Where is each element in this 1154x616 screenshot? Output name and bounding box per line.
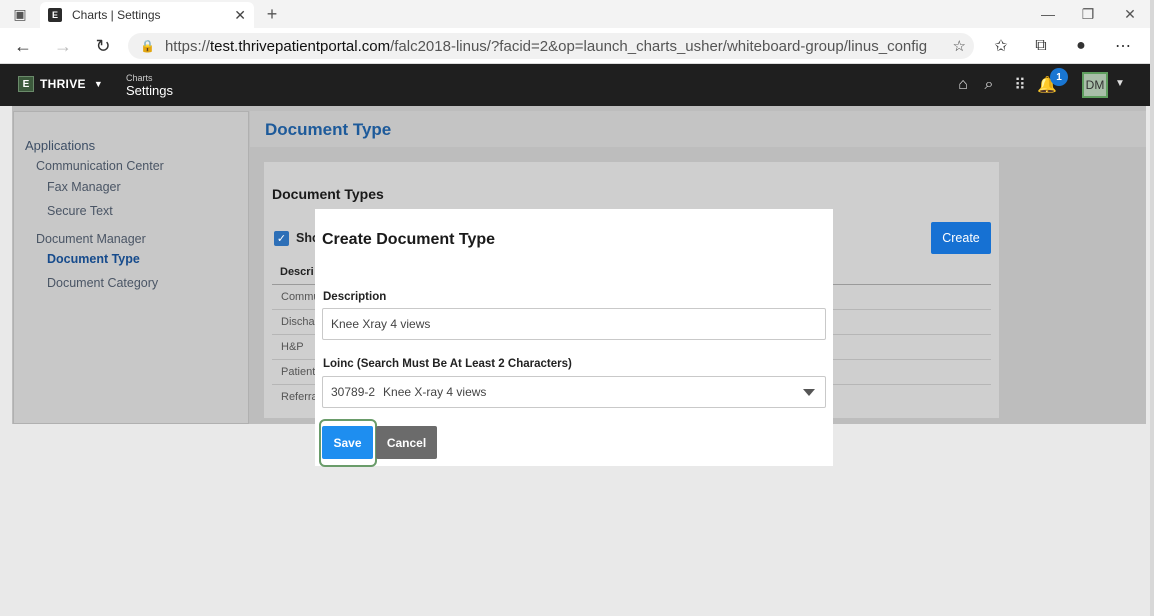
loinc-select[interactable]: 30789-2 Knee X-ray 4 views (322, 376, 826, 408)
description-input[interactable]: Knee Xray 4 views (322, 308, 826, 340)
favorites-icon[interactable]: ✩ (990, 35, 1012, 57)
description-placeholder: Knee Xray 4 views (331, 317, 431, 331)
brand-menu[interactable]: E THRIVE ▼ (18, 76, 103, 92)
dropdown-caret-icon[interactable] (803, 389, 815, 396)
loinc-name: Knee X-ray 4 views (383, 385, 487, 399)
avatar[interactable]: DM (1082, 72, 1108, 98)
address-bar: ← → ↻ 🔒 https://test.thrivepatientportal… (0, 28, 1154, 64)
home-icon[interactable]: ⌂ (954, 76, 972, 94)
app-header: E THRIVE ▼ Charts Settings ⌂ ⌕ ⠿ 🔔 (0, 64, 1154, 106)
loinc-label: Loinc (Search Must Be At Least 2 Charact… (323, 358, 572, 370)
save-button[interactable]: Save (322, 426, 373, 459)
new-tab-icon[interactable]: + (264, 4, 280, 24)
browser-tabstrip: ▣ E Charts | Settings ✕ + — ❐ ✕ (0, 0, 1154, 28)
browser-tab[interactable]: E Charts | Settings ✕ (40, 2, 254, 28)
description-label: Description (323, 291, 387, 303)
tab-title: Charts | Settings (72, 8, 161, 22)
create-button[interactable]: Create (931, 222, 991, 254)
collections-icon[interactable]: ⧉ (1030, 35, 1052, 57)
chevron-down-icon: ▼ (93, 79, 103, 89)
browser-menu-icon[interactable]: ▣ (12, 6, 28, 22)
brand-logo: E (18, 76, 34, 92)
sidebar-item-document-category[interactable]: Document Category (47, 276, 158, 290)
tab-favicon-icon: E (48, 8, 62, 22)
sidebar-item-document-type[interactable]: Document Type (47, 252, 140, 266)
refresh-icon[interactable]: ↻ (92, 35, 114, 57)
window-close-icon[interactable]: ✕ (1122, 6, 1138, 22)
apps-grid-icon[interactable]: ⠿ (1011, 76, 1029, 94)
restore-icon[interactable]: ❐ (1080, 6, 1096, 22)
loinc-code: 30789-2 (331, 385, 376, 399)
sidebar-item-secure-text[interactable]: Secure Text (47, 204, 113, 218)
breadcrumb: Charts Settings (126, 73, 173, 98)
profile-icon[interactable]: ● (1070, 35, 1092, 57)
sidebar-item-fax-manager[interactable]: Fax Manager (47, 180, 121, 194)
tab-close-icon[interactable]: ✕ (234, 7, 246, 24)
show-checkbox[interactable]: ✓ (274, 231, 289, 246)
card-title: Document Types (272, 186, 384, 202)
modal-title: Create Document Type (322, 231, 496, 248)
minimize-icon[interactable]: — (1040, 6, 1056, 22)
breadcrumb-parent: Charts (126, 73, 153, 83)
sidebar-section-applications: Applications (25, 138, 96, 153)
brand-name: THRIVE (40, 77, 86, 91)
page-title: Document Type (265, 120, 392, 139)
sidebar-item-document-manager[interactable]: Document Manager (36, 232, 146, 246)
notification-badge: 1 (1050, 68, 1068, 86)
avatar-chevron-down-icon[interactable]: ▼ (1115, 78, 1125, 89)
url-text: https://test.thrivepatientportal.com/fal… (164, 37, 928, 55)
sidebar-item-communication-center[interactable]: Communication Center (36, 159, 164, 173)
sidebar: Applications Communication Center Fax Ma… (13, 111, 249, 424)
window-edge (1150, 0, 1154, 616)
back-icon[interactable]: ← (12, 35, 34, 57)
lock-icon: 🔒 (140, 39, 155, 53)
url-field[interactable]: 🔒 https://test.thrivepatientportal.com/f… (128, 33, 974, 59)
more-icon[interactable]: ⋯ (1112, 35, 1134, 57)
breadcrumb-current: Settings (126, 83, 173, 98)
search-icon[interactable]: ⌕ (980, 76, 998, 94)
cancel-button[interactable]: Cancel (376, 426, 437, 459)
favorite-star-icon[interactable]: ☆ (953, 37, 966, 55)
forward-icon[interactable]: → (52, 35, 74, 57)
